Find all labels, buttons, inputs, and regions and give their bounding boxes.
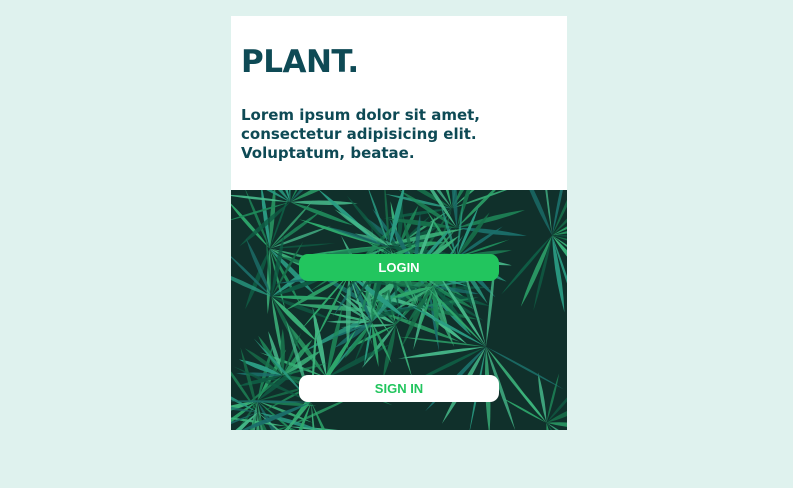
tagline-text: Lorem ipsum dolor sit amet, consectetur … [241,106,480,162]
tropical-leaves-image: LOGIN SIGN IN [231,190,567,430]
login-button[interactable]: LOGIN [299,254,499,281]
plant-card: PLANT. Lorem ipsum dolor sit amet, conse… [231,16,567,430]
sign-in-button[interactable]: SIGN IN [299,375,499,402]
brand-title: PLANT. [241,44,359,80]
card-header: PLANT. Lorem ipsum dolor sit amet, conse… [231,16,567,190]
